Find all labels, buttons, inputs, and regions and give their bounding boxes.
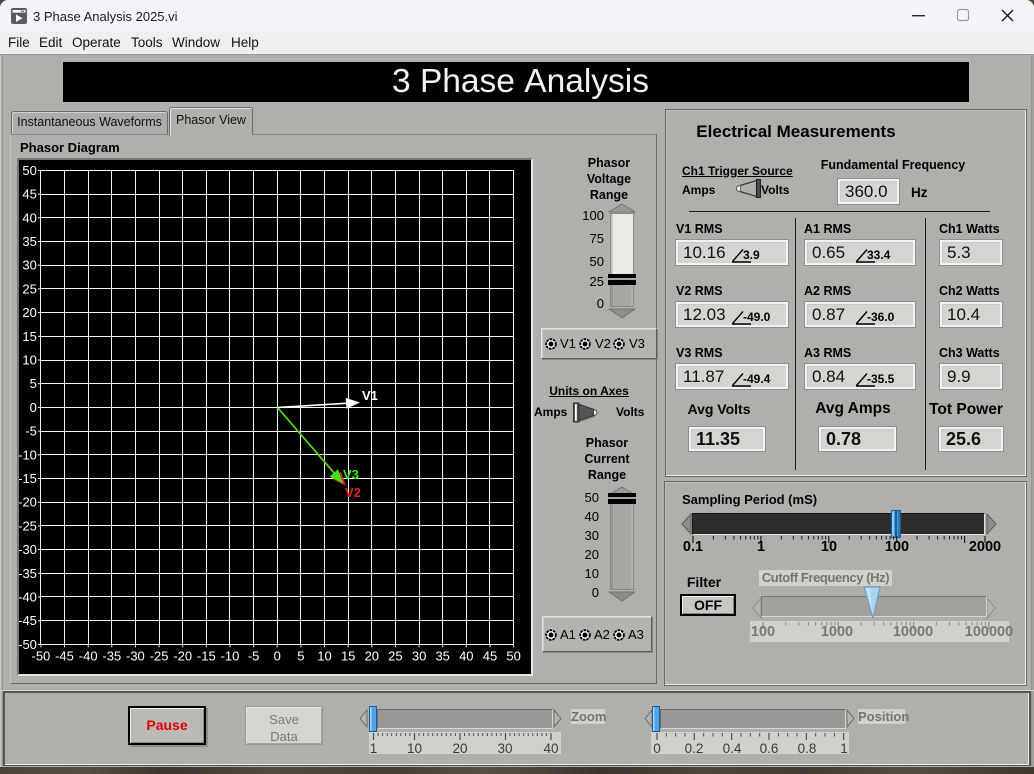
svg-text:20: 20 <box>22 305 36 320</box>
svg-text:-40: -40 <box>79 648 98 663</box>
svg-text:33.4: 33.4 <box>867 248 891 262</box>
svg-text:15: 15 <box>22 329 36 344</box>
svg-text:0: 0 <box>274 648 281 663</box>
svg-text:-45: -45 <box>55 648 74 663</box>
svg-text:10: 10 <box>317 648 331 663</box>
svg-text:30: 30 <box>412 648 426 663</box>
svg-text:-5: -5 <box>25 424 37 439</box>
svg-text:35: 35 <box>22 234 36 249</box>
svg-text:10: 10 <box>22 353 36 368</box>
svg-text:3.9: 3.9 <box>743 248 760 262</box>
svg-text:0: 0 <box>30 400 37 415</box>
svg-text:50: 50 <box>22 163 36 178</box>
svg-text:45: 45 <box>483 648 497 663</box>
svg-text:25: 25 <box>388 648 402 663</box>
svg-text:15: 15 <box>341 648 355 663</box>
svg-text:-35: -35 <box>102 648 121 663</box>
svg-text:-10: -10 <box>221 648 240 663</box>
svg-text:-5: -5 <box>248 648 260 663</box>
svg-text:-15: -15 <box>19 471 37 486</box>
svg-text:-49.0: -49.0 <box>743 310 771 324</box>
svg-text:30: 30 <box>22 258 36 273</box>
svg-text:-25: -25 <box>150 648 169 663</box>
svg-text:20: 20 <box>365 648 379 663</box>
svg-text:-30: -30 <box>126 648 145 663</box>
svg-text:-36.0: -36.0 <box>867 310 895 324</box>
svg-text:-49.4: -49.4 <box>743 372 771 386</box>
svg-text:-35.5: -35.5 <box>867 372 895 386</box>
svg-text:40: 40 <box>22 210 36 225</box>
svg-text:40: 40 <box>459 648 473 663</box>
svg-text:-45: -45 <box>19 613 37 628</box>
svg-text:-10: -10 <box>19 447 37 462</box>
svg-text:V2: V2 <box>345 485 361 500</box>
svg-text:-20: -20 <box>173 648 192 663</box>
svg-text:-40: -40 <box>19 590 37 605</box>
svg-text:35: 35 <box>435 648 449 663</box>
svg-text:5: 5 <box>297 648 304 663</box>
svg-text:-25: -25 <box>19 518 37 533</box>
svg-text:5: 5 <box>30 376 37 391</box>
svg-text:-35: -35 <box>19 566 37 581</box>
svg-text:-50: -50 <box>32 648 51 663</box>
svg-text:-30: -30 <box>19 542 37 557</box>
svg-text:-15: -15 <box>197 648 216 663</box>
svg-text:V1: V1 <box>362 388 378 403</box>
svg-text:25: 25 <box>22 281 36 296</box>
svg-text:50: 50 <box>506 648 520 663</box>
svg-text:45: 45 <box>22 187 36 202</box>
svg-text:-20: -20 <box>19 495 37 510</box>
svg-text:V3: V3 <box>343 467 359 482</box>
